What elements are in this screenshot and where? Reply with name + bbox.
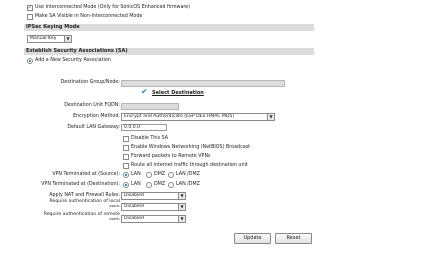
ipsec-keying-section-header: IPSec Keying Mode: [24, 24, 314, 31]
vpn-source-lan-dmz-label: LAN /DMZ: [176, 172, 200, 177]
gateway-field[interactable]: 0.0.0.0: [121, 124, 167, 131]
auth-remote-value: Disabled: [124, 216, 144, 221]
add-new-sa-radio[interactable]: [27, 58, 33, 64]
chevron-down-icon: ▼: [178, 204, 185, 210]
update-button[interactable]: Update: [234, 233, 271, 244]
gateway-label: Default LAN Gateway:: [67, 125, 120, 130]
auth-local-label-line2: users:: [109, 204, 120, 208]
chevron-down-icon: ▼: [178, 193, 185, 199]
interconnected-mode-checkbox[interactable]: [27, 4, 33, 11]
vpn-dest-label: VPN Terminated at (Destination):: [41, 182, 120, 187]
auth-local-label: Require authentication of local users:: [50, 199, 120, 209]
interconnected-mode-label: Use Interconnected Mode (Only for SonicO…: [35, 5, 191, 10]
route-all-label: Route all internet traffic through desti…: [131, 163, 248, 168]
encryption-method-label: Encryption Method:: [73, 114, 120, 119]
vpn-dest-dmz-radio[interactable]: [146, 182, 152, 188]
auth-remote-label-line2: users:: [109, 217, 120, 221]
chevron-down-icon: ▼: [64, 36, 71, 42]
vpn-source-lan-dmz-radio[interactable]: [168, 172, 174, 178]
encryption-method-value: Encrypt and Authenticate (ESP DES HMAC M…: [124, 114, 235, 119]
disable-sa-label: Disable This SA: [131, 136, 169, 141]
dest-fqdn-label: Destination Unit FQDN:: [64, 103, 120, 108]
keying-mode-value: Manual Key: [30, 36, 57, 41]
vpn-dest-lan-radio[interactable]: [123, 182, 129, 188]
nat-select[interactable]: Disabled ▼: [121, 192, 186, 200]
disable-sa-checkbox[interactable]: [123, 136, 129, 142]
sa-visible-checkbox[interactable]: [27, 14, 33, 20]
select-destination-link[interactable]: Select Destination: [152, 90, 204, 96]
vpn-source-label: VPN Terminated at (Source):: [52, 172, 120, 177]
netbios-checkbox[interactable]: [123, 145, 129, 151]
vpn-source-dmz-radio[interactable]: [146, 172, 152, 178]
dest-group-label: Destination Group/Node:: [60, 80, 120, 85]
forward-packets-label: Forward packets to Remote VPNs: [131, 154, 211, 159]
netbios-label: Enable Windows Networking (NetBIOS) Broa…: [131, 145, 251, 150]
vpn-source-lan-radio[interactable]: [123, 172, 129, 178]
vpn-source-lan-label: LAN: [131, 172, 141, 177]
vpn-dest-lan-label: LAN: [131, 182, 141, 187]
dest-fqdn-field: [121, 103, 179, 110]
checkmark-icon: ✔: [141, 87, 148, 96]
dest-group-field: [121, 80, 285, 87]
vpn-source-dmz-label: DMZ: [154, 172, 166, 177]
auth-remote-select[interactable]: Disabled ▼: [121, 215, 186, 223]
encryption-method-select[interactable]: Encrypt and Authenticate (ESP DES HMAC M…: [121, 113, 275, 121]
chevron-down-icon: ▼: [178, 216, 185, 222]
reset-button[interactable]: Reset: [275, 233, 312, 244]
auth-remote-label: Require authentication of remote users:: [44, 212, 120, 222]
vpn-dest-lan-dmz-label: LAN /DMZ: [176, 182, 200, 187]
route-all-checkbox[interactable]: [123, 163, 129, 169]
auth-local-value: Disabled: [124, 204, 144, 209]
vpn-dest-dmz-label: DMZ: [154, 182, 166, 187]
forward-packets-checkbox[interactable]: [123, 154, 129, 160]
sa-visible-label: Make SA Visible in Non-Interconnected Mo…: [35, 14, 143, 19]
add-new-sa-label: Add a New Security Association: [35, 58, 111, 63]
nat-value: Disabled: [124, 193, 144, 198]
establish-sa-section-header: Establish Security Associations (SA): [24, 48, 314, 55]
keying-mode-select[interactable]: Manual Key ▼: [27, 35, 72, 43]
vpn-dest-lan-dmz-radio[interactable]: [168, 182, 174, 188]
auth-local-select[interactable]: Disabled ▼: [121, 203, 186, 211]
chevron-down-icon: ▼: [267, 114, 274, 120]
